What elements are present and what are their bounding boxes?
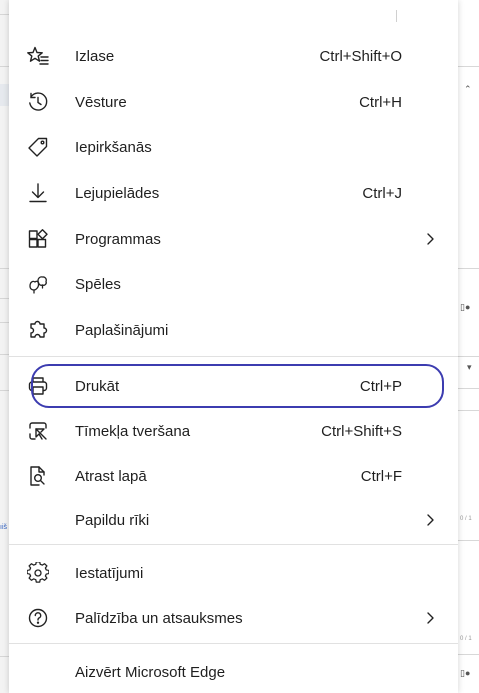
menu-item-label: Papildu rīki (75, 511, 150, 529)
chevron-right-icon (424, 232, 436, 246)
menu-item-label: Iepirkšanās (75, 138, 152, 156)
menu-separator (9, 643, 458, 644)
menu-item-help-and-feedback[interactable]: Palīdzība un atsauksmes (9, 597, 458, 639)
chevron-right-icon (424, 513, 436, 527)
background-counter-fragment-2: 0 / 1 (460, 636, 472, 642)
settings-and-more-menu: Izlase Ctrl+Shift+O Vēsture Ctrl+H Iepir… (9, 0, 458, 693)
menu-item-shortcut: Ctrl+Shift+S (321, 422, 402, 440)
menu-item-history[interactable]: Vēsture Ctrl+H (9, 81, 458, 123)
menu-item-label: Tīmekļa tveršana (75, 422, 191, 440)
background-link-fragment: ıiš (0, 524, 7, 531)
menu-item-extensions[interactable]: Paplašinājumi (9, 309, 458, 351)
background-control-icon-2: ▯● (460, 668, 471, 678)
menu-item-find-on-page[interactable]: Atrast lapā Ctrl+F (9, 455, 458, 497)
help-question-icon (27, 607, 49, 629)
menu-item-shortcut: Ctrl+F (360, 467, 402, 485)
menu-separator (9, 544, 458, 545)
menu-item-label: Lejupielādes (75, 184, 160, 202)
gear-icon (27, 562, 49, 584)
apps-grid-icon (27, 228, 49, 250)
menu-item-label: Aizvērt Microsoft Edge (75, 663, 226, 681)
favorites-star-icon (27, 45, 49, 67)
shopping-tag-icon (27, 136, 49, 158)
background-page-right-edge: ⌃ ▯● ▾ 0 / 1 0 / 1 ▯● (458, 0, 479, 693)
menu-item-web-capture[interactable]: Tīmekļa tveršana Ctrl+Shift+S (9, 410, 458, 452)
scroll-up-chevron-icon[interactable]: ⌃ (464, 84, 472, 95)
menu-item-label: Izlase (75, 47, 115, 65)
print-highlight-outline (31, 364, 444, 408)
download-icon (27, 182, 49, 204)
menu-top-divider (396, 10, 397, 22)
history-clock-icon (27, 91, 49, 113)
menu-item-label: Paplašinājumi (75, 321, 169, 339)
menu-item-shortcut: Ctrl+H (359, 93, 402, 111)
chevron-right-icon (424, 611, 436, 625)
menu-item-label: Spēles (75, 275, 121, 293)
menu-item-downloads[interactable]: Lejupielādes Ctrl+J (9, 172, 458, 214)
web-capture-icon (27, 420, 49, 442)
menu-item-label: Iestatījumi (75, 564, 144, 582)
menu-item-apps[interactable]: Programmas (9, 218, 458, 260)
background-control-icon: ▯● (460, 302, 471, 312)
menu-item-label: Programmas (75, 230, 161, 248)
menu-item-label: Atrast lapā (75, 467, 147, 485)
menu-item-shortcut: Ctrl+Shift+O (319, 47, 402, 65)
menu-item-settings[interactable]: Iestatījumi (9, 552, 458, 594)
background-dropdown-icon: ▾ (467, 362, 472, 372)
menu-item-label: Palīdzība un atsauksmes (75, 609, 243, 627)
menu-separator (9, 356, 458, 357)
extensions-puzzle-icon (27, 319, 49, 341)
menu-item-close-edge[interactable]: Aizvērt Microsoft Edge (9, 651, 458, 693)
menu-item-shopping[interactable]: Iepirkšanās (9, 126, 458, 168)
find-on-page-icon (27, 465, 49, 487)
menu-item-games[interactable]: Spēles (9, 263, 458, 305)
games-icon (27, 273, 49, 295)
background-counter-fragment: 0 / 1 (460, 516, 472, 522)
menu-item-label: Vēsture (75, 93, 127, 111)
menu-item-more-tools[interactable]: Papildu rīki (9, 499, 458, 541)
menu-item-favorites[interactable]: Izlase Ctrl+Shift+O (9, 35, 458, 77)
background-page-left-edge: ıiš (0, 0, 9, 693)
menu-item-shortcut: Ctrl+J (362, 184, 402, 202)
